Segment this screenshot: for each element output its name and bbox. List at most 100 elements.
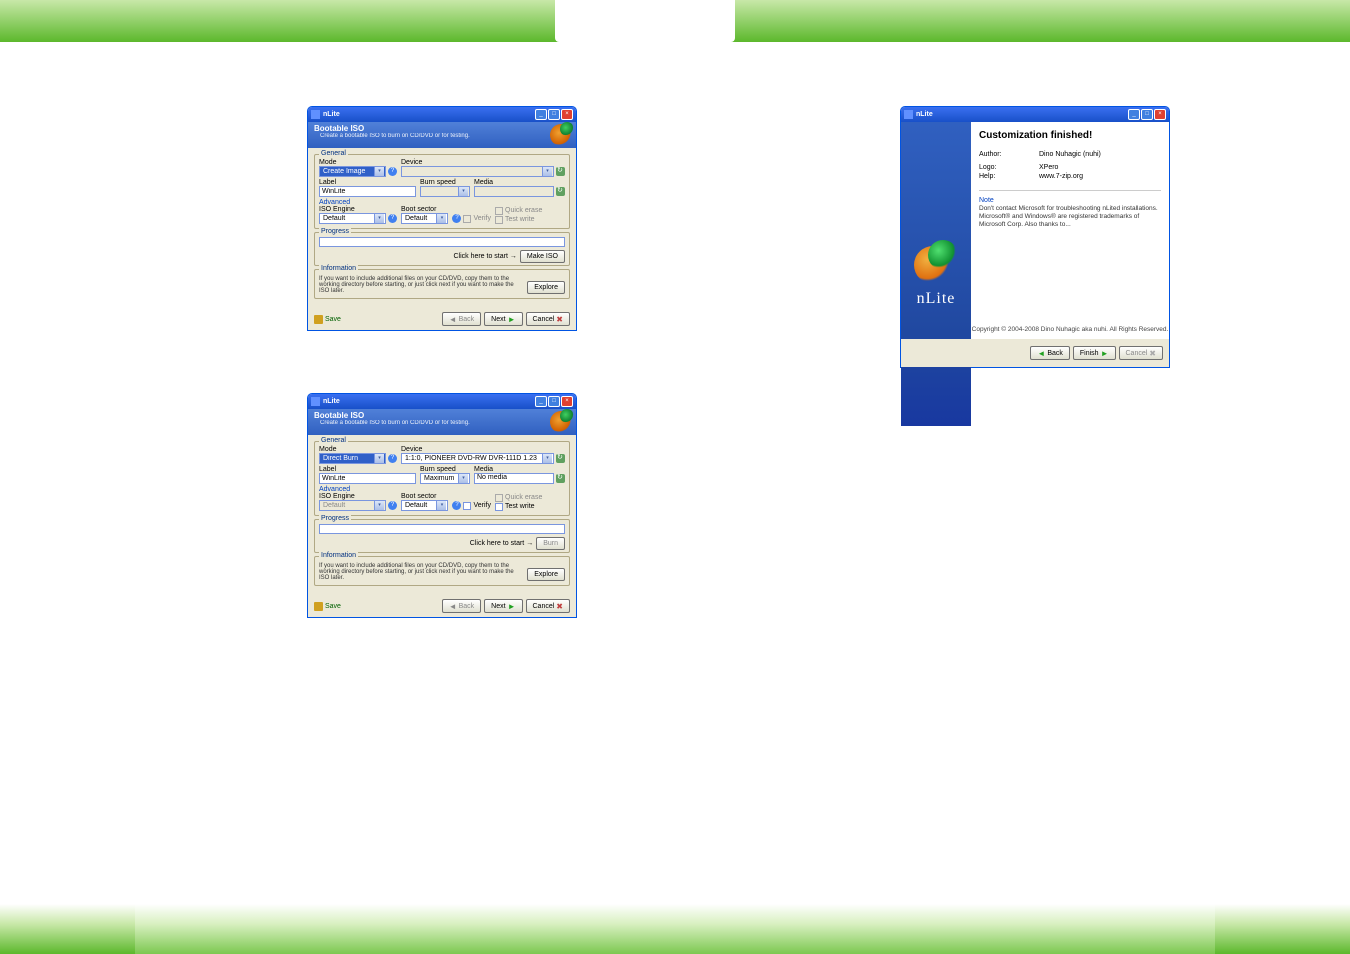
back-button: ◄Back xyxy=(442,599,481,613)
page-title: Bootable ISO xyxy=(314,411,570,420)
help-icon[interactable]: ? xyxy=(388,501,397,510)
save-button[interactable]: Save xyxy=(314,315,341,324)
help-icon[interactable]: ? xyxy=(388,454,397,463)
header-logo-icon xyxy=(550,411,572,433)
chevron-down-icon: ▾ xyxy=(374,454,384,463)
page-subtitle: Create a bootable ISO to burn on CD/DVD … xyxy=(320,133,570,139)
mode-combo[interactable]: Create Image ▾ xyxy=(319,166,386,177)
close-button[interactable]: × xyxy=(1154,109,1166,120)
close-button[interactable]: × xyxy=(561,109,573,120)
progress-group: Progress Click here to start → Burn xyxy=(314,519,570,553)
cancel-button[interactable]: Cancel✖ xyxy=(526,599,571,613)
progress-group: Progress Click here to start → Make ISO xyxy=(314,232,570,266)
app-icon xyxy=(311,110,320,119)
mode-label: Mode xyxy=(319,446,397,453)
label-input[interactable] xyxy=(319,473,416,484)
info-text: If you want to include additional files … xyxy=(319,276,523,294)
titlebar[interactable]: nLite _ □ × xyxy=(901,107,1169,122)
help-icon[interactable]: ? xyxy=(452,214,461,223)
refresh-icon[interactable] xyxy=(556,454,565,463)
progress-bar xyxy=(319,524,565,534)
divider xyxy=(979,190,1161,191)
title-text: nLite xyxy=(916,111,1128,118)
iso-engine-combo[interactable]: Default ▾ xyxy=(319,213,386,224)
label-label: Label xyxy=(319,179,416,186)
lock-icon xyxy=(314,315,323,324)
verify-checkbox[interactable]: Verify xyxy=(463,502,491,510)
chevron-down-icon: ▾ xyxy=(436,501,446,510)
finish-title: Customization finished! xyxy=(979,130,1161,141)
maximize-button[interactable]: □ xyxy=(548,109,560,120)
next-button[interactable]: Next► xyxy=(484,312,522,326)
chevron-down-icon: ▾ xyxy=(374,501,384,510)
minimize-button[interactable]: _ xyxy=(1128,109,1140,120)
titlebar[interactable]: nLite _ □ × xyxy=(308,107,576,122)
click-to-start-label: Click here to start → xyxy=(453,253,516,260)
refresh-icon[interactable] xyxy=(556,187,565,196)
page-header: Bootable ISO Create a bootable ISO to bu… xyxy=(308,409,576,435)
finish-content: Customization finished! Author:Dino Nuha… xyxy=(971,122,1169,339)
wizard-footer: Save ◄Back Next► Cancel✖ xyxy=(308,595,576,617)
help-value: www.7-zip.org xyxy=(1039,173,1083,180)
make-iso-button[interactable]: Make ISO xyxy=(520,250,565,263)
author-value: Dino Nuhagic (nuhi) xyxy=(1039,151,1101,158)
burn-speed-combo[interactable]: Maximum ▾ xyxy=(420,473,470,484)
explore-button[interactable]: Explore xyxy=(527,568,565,581)
advanced-title: Advanced xyxy=(319,199,565,206)
maximize-button[interactable]: □ xyxy=(548,396,560,407)
nlite-window-direct-burn: nLite _ □ × Bootable ISO Create a bootab… xyxy=(307,393,577,618)
progress-group-title: Progress xyxy=(319,515,351,522)
maximize-button[interactable]: □ xyxy=(1141,109,1153,120)
chevron-down-icon: ▾ xyxy=(458,187,468,196)
page-subtitle: Create a bootable ISO to burn on CD/DVD … xyxy=(320,420,570,426)
boot-sector-combo[interactable]: Default ▾ xyxy=(401,213,448,224)
wizard-footer: Save ◄Back Next► Cancel✖ xyxy=(308,308,576,330)
boot-sector-combo[interactable]: Default ▾ xyxy=(401,500,448,511)
device-combo[interactable]: 1:1:0, PIONEER DVD-RW DVR-111D 1.23 ▾ xyxy=(401,453,554,464)
mode-label: Mode xyxy=(319,159,397,166)
progress-bar xyxy=(319,237,565,247)
media-display: No media xyxy=(474,473,554,484)
title-text: nLite xyxy=(323,398,535,405)
help-icon[interactable]: ? xyxy=(452,501,461,510)
close-button[interactable]: × xyxy=(561,396,573,407)
boot-sector-label: Boot sector xyxy=(401,206,491,213)
next-button[interactable]: Next► xyxy=(484,599,522,613)
chevron-down-icon: ▾ xyxy=(436,214,446,223)
title-text: nLite xyxy=(323,111,535,118)
general-group: General Mode Direct Burn ▾ ? Device xyxy=(314,441,570,516)
refresh-icon[interactable] xyxy=(556,474,565,483)
verify-checkbox: Verify xyxy=(463,215,491,223)
click-to-start-label: Click here to start → xyxy=(470,540,533,547)
back-button[interactable]: ◄Back xyxy=(1030,346,1069,360)
page-title: Bootable ISO xyxy=(314,124,570,133)
explore-button[interactable]: Explore xyxy=(527,281,565,294)
refresh-icon[interactable] xyxy=(556,167,565,176)
help-icon[interactable]: ? xyxy=(388,167,397,176)
cancel-button: Cancel✖ xyxy=(1119,346,1164,360)
minimize-button[interactable]: _ xyxy=(535,109,547,120)
logo-value: XPero xyxy=(1039,164,1058,171)
general-group-title: General xyxy=(319,150,348,157)
chevron-down-icon: ▾ xyxy=(542,167,552,176)
help-label: Help: xyxy=(979,173,1039,180)
header-logo-icon xyxy=(550,124,572,146)
iso-engine-combo: Default ▾ xyxy=(319,500,386,511)
cancel-button[interactable]: Cancel✖ xyxy=(526,312,571,326)
save-button[interactable]: Save xyxy=(314,602,341,611)
label-input[interactable] xyxy=(319,186,416,197)
note-title: Note xyxy=(979,197,1161,204)
information-group: Information If you want to include addit… xyxy=(314,269,570,299)
titlebar[interactable]: nLite _ □ × xyxy=(308,394,576,409)
nlite-logo-icon xyxy=(914,240,958,284)
minimize-button[interactable]: _ xyxy=(535,396,547,407)
mode-combo[interactable]: Direct Burn ▾ xyxy=(319,453,386,464)
sidebar-logo-panel: nLite xyxy=(901,122,971,426)
back-button: ◄Back xyxy=(442,312,481,326)
help-icon[interactable]: ? xyxy=(388,214,397,223)
advanced-title: Advanced xyxy=(319,486,565,493)
finish-button[interactable]: Finish► xyxy=(1073,346,1116,360)
test-write-checkbox[interactable]: Test write xyxy=(495,503,565,511)
chevron-down-icon: ▾ xyxy=(374,214,384,223)
copyright-text: Copyright © 2004-2008 Dino Nuhagic aka n… xyxy=(971,326,1169,333)
